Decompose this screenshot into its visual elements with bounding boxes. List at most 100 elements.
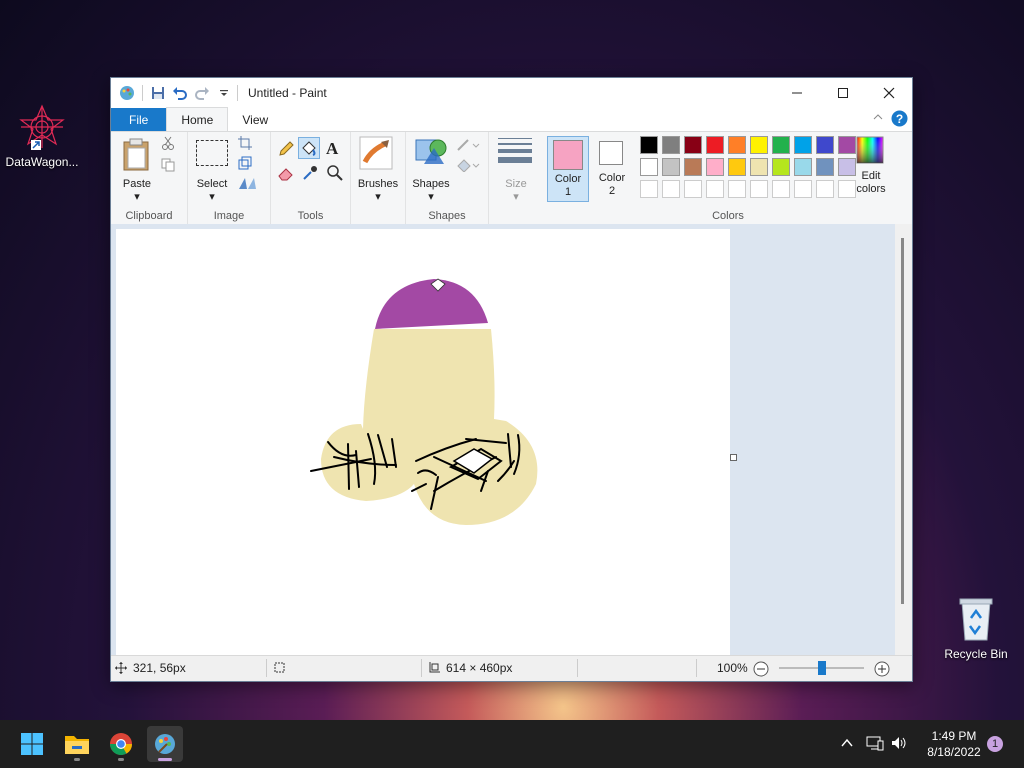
brushes-button[interactable]: Brushes [351, 178, 405, 190]
palette-swatch[interactable] [772, 158, 790, 176]
palette-swatch[interactable] [706, 158, 724, 176]
folder-icon [65, 736, 89, 754]
ribbon: Paste ▾ Clipboard Select ▾ Image A Tools… [111, 132, 912, 225]
color1-button[interactable]: Color 1 [547, 136, 589, 202]
copy-icon[interactable] [161, 158, 175, 175]
palette-swatch[interactable] [772, 136, 790, 154]
custom-color-slot[interactable] [750, 180, 768, 198]
move-cursor-icon [115, 662, 127, 674]
palette-swatch[interactable] [750, 136, 768, 154]
resize-icon[interactable] [238, 156, 252, 173]
crop-icon[interactable] [238, 136, 252, 153]
custom-color-slot[interactable] [706, 180, 724, 198]
chrome-button[interactable] [103, 726, 139, 762]
chevron-down-icon[interactable]: ▾ [489, 190, 543, 203]
desktop-icon-recycle-bin[interactable]: Recycle Bin [934, 596, 1018, 661]
pencil-icon[interactable] [277, 140, 295, 161]
clock[interactable]: 1:49 PM 8/18/2022 [919, 728, 989, 760]
select-icon[interactable] [196, 140, 228, 166]
palette-swatch[interactable] [662, 136, 680, 154]
paint-app-icon[interactable] [116, 82, 138, 104]
zoom-out-button[interactable] [753, 661, 769, 677]
palette-swatch[interactable] [816, 158, 834, 176]
collapse-ribbon-icon[interactable] [872, 111, 884, 126]
custom-color-slot[interactable] [816, 180, 834, 198]
paste-icon[interactable] [121, 138, 157, 178]
clipboard-group: Paste ▾ Clipboard [111, 132, 188, 224]
outline-icon[interactable] [456, 138, 480, 155]
chevron-down-icon[interactable]: ▾ [192, 190, 232, 203]
scrollbar-thumb[interactable] [901, 238, 904, 604]
shapes-button[interactable]: Shapes [410, 178, 452, 190]
quick-access-dropdown-icon[interactable] [213, 82, 235, 104]
custom-color-slot[interactable] [728, 180, 746, 198]
custom-color-slot[interactable] [772, 180, 790, 198]
fill-icon[interactable] [298, 137, 320, 159]
custom-color-slot[interactable] [684, 180, 702, 198]
help-icon[interactable]: ? [891, 110, 908, 130]
palette-swatch[interactable] [750, 158, 768, 176]
notification-badge[interactable]: 1 [987, 736, 1003, 752]
custom-color-slot[interactable] [662, 180, 680, 198]
palette-swatch[interactable] [816, 136, 834, 154]
palette-swatch[interactable] [728, 136, 746, 154]
divider [421, 659, 422, 677]
magnifier-icon[interactable] [326, 164, 344, 185]
palette-swatch[interactable] [794, 158, 812, 176]
palette-swatch[interactable] [794, 136, 812, 154]
size-icon[interactable] [498, 138, 532, 163]
text-icon[interactable]: A [326, 139, 338, 159]
paint-taskbar-button[interactable] [147, 726, 183, 762]
undo-icon[interactable] [169, 82, 191, 104]
tab-file[interactable]: File [111, 108, 167, 131]
palette-swatch[interactable] [728, 158, 746, 176]
shapes-icon[interactable] [414, 136, 448, 173]
volume-icon[interactable] [891, 735, 909, 754]
fill-shape-icon[interactable] [456, 158, 480, 175]
palette-swatch[interactable] [706, 136, 724, 154]
canvas-resize-handle[interactable] [730, 454, 737, 461]
cut-icon[interactable] [161, 136, 175, 153]
color2-button[interactable]: Color 2 [591, 136, 633, 202]
minimize-button[interactable] [774, 78, 820, 107]
palette-swatch[interactable] [838, 136, 856, 154]
network-icon[interactable] [866, 735, 884, 754]
zoom-slider[interactable] [779, 661, 864, 675]
palette-swatch[interactable] [684, 158, 702, 176]
edit-colors-icon[interactable] [856, 136, 884, 167]
close-button[interactable] [866, 78, 912, 107]
clipboard-group-label: Clipboard [125, 210, 173, 222]
edit-colors-button[interactable]: Edit colors [846, 170, 896, 196]
window-title: Untitled - Paint [248, 85, 327, 100]
select-button[interactable]: Select [192, 178, 232, 190]
paste-button[interactable]: Paste [119, 178, 155, 190]
palette-swatch[interactable] [684, 136, 702, 154]
size-button[interactable]: Size [489, 178, 543, 190]
drawing-canvas[interactable] [116, 229, 730, 655]
rotate-icon[interactable] [238, 176, 258, 193]
show-hidden-icons-chevron-icon[interactable] [840, 736, 854, 753]
vertical-scrollbar[interactable] [895, 224, 912, 656]
save-icon[interactable] [147, 82, 169, 104]
color-picker-icon[interactable] [301, 164, 319, 185]
redo-icon[interactable] [191, 82, 213, 104]
desktop-icon-datawagon[interactable]: DataWagon... [0, 104, 84, 169]
chrome-icon [110, 733, 132, 755]
custom-color-slot[interactable] [794, 180, 812, 198]
start-button[interactable] [14, 726, 50, 762]
tab-home[interactable]: Home [166, 107, 229, 131]
file-explorer-button[interactable] [59, 726, 95, 762]
eraser-icon[interactable] [277, 164, 295, 185]
custom-color-slot[interactable] [640, 180, 658, 198]
palette-swatch[interactable] [662, 158, 680, 176]
brushes-icon[interactable] [359, 136, 393, 173]
chevron-down-icon[interactable]: ▾ [351, 190, 405, 203]
zoom-slider-thumb[interactable] [817, 661, 826, 675]
palette-swatch[interactable] [640, 136, 658, 154]
maximize-button[interactable] [820, 78, 866, 107]
chevron-down-icon[interactable]: ▾ [119, 190, 155, 203]
palette-swatch[interactable] [640, 158, 658, 176]
chevron-down-icon[interactable]: ▾ [410, 190, 452, 203]
zoom-in-button[interactable] [874, 661, 890, 677]
tab-view[interactable]: View [228, 108, 282, 131]
